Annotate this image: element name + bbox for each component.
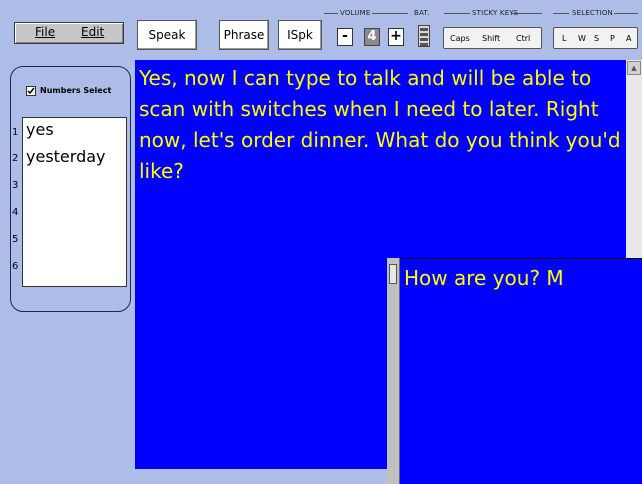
menu-edit[interactable]: Edit (81, 25, 104, 39)
prediction-number-3: 3 (12, 180, 19, 191)
selection-label: SELECTION (572, 9, 613, 17)
volume-value: 4 (364, 28, 380, 46)
sticky-divider-right (512, 13, 542, 14)
numbers-select-checkbox[interactable] (26, 86, 36, 96)
sticky-divider-left (444, 13, 470, 14)
ispk-button[interactable]: ISpk (278, 20, 322, 50)
selection-group: L W S P A (553, 27, 638, 49)
ctrl-key[interactable]: Ctrl (516, 34, 530, 43)
prediction-number-6: 6 (12, 261, 19, 272)
menu-bar: File Edit (14, 22, 124, 44)
battery-icon (418, 25, 430, 47)
prediction-word-1[interactable]: yes (26, 120, 54, 139)
sticky-keys-group: Caps Shift Ctrl (443, 27, 542, 49)
secondary-window-scrollbar[interactable] (387, 258, 400, 484)
scroll-up-arrow-icon[interactable]: ▲ (627, 61, 641, 75)
volume-down-button[interactable]: - (337, 28, 353, 46)
volume-divider-right (372, 13, 408, 14)
prediction-list (22, 117, 127, 287)
checkmark-icon (27, 87, 35, 95)
prediction-number-5: 5 (12, 234, 19, 245)
battery-label: BAT. (414, 9, 430, 17)
selection-divider-left (553, 13, 569, 14)
numbers-select-label: Numbers Select (40, 86, 112, 95)
speak-button[interactable]: Speak (137, 20, 197, 50)
phrase-button[interactable]: Phrase (219, 20, 269, 50)
main-text: Yes, now I can type to talk and will be … (139, 66, 621, 183)
selection-divider-right (614, 13, 638, 14)
volume-up-button[interactable]: + (388, 28, 404, 46)
secondary-text: How are you? M (404, 266, 564, 290)
prediction-word-2[interactable]: yesterday (26, 147, 106, 166)
select-sentence-key[interactable]: S (594, 34, 599, 43)
prediction-number-1: 1 (12, 127, 19, 138)
prediction-number-4: 4 (12, 207, 19, 218)
menu-file[interactable]: File (35, 25, 55, 39)
select-letter-key[interactable]: L (562, 34, 566, 43)
select-word-key[interactable]: W (578, 34, 586, 43)
main-scrollbar[interactable] (626, 60, 642, 258)
secondary-scroll-thumb[interactable] (389, 264, 397, 284)
shift-key[interactable]: Shift (482, 34, 500, 43)
prediction-number-2: 2 (12, 153, 19, 164)
select-all-key[interactable]: A (626, 34, 631, 43)
caps-key[interactable]: Caps (450, 34, 470, 43)
volume-divider-left (324, 13, 338, 14)
volume-label: VOLUME (340, 9, 371, 17)
select-paragraph-key[interactable]: P (610, 34, 615, 43)
